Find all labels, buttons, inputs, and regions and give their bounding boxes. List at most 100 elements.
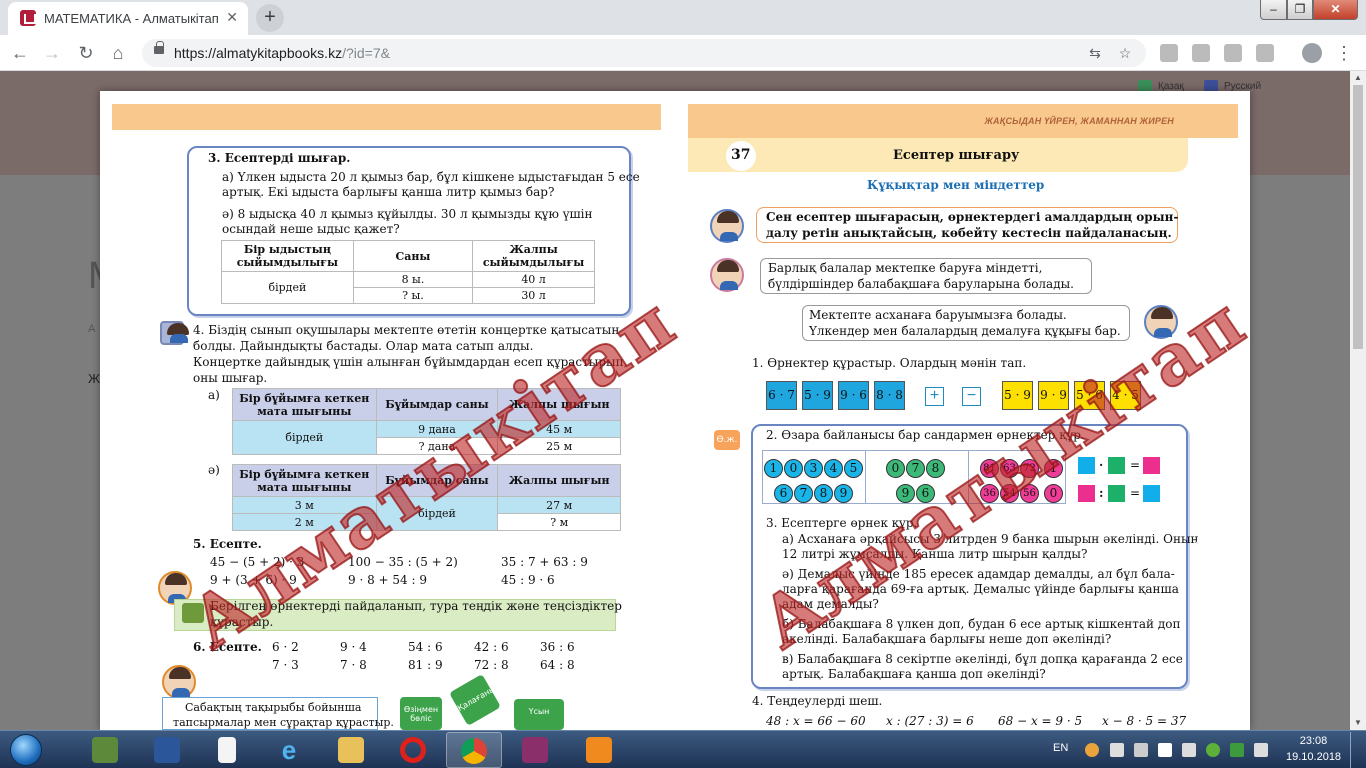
- taskbar-pdf[interactable]: [572, 732, 628, 768]
- opera-icon: [400, 737, 426, 763]
- reload-icon[interactable]: ↻: [74, 41, 98, 65]
- address-bar[interactable]: https://almatykitapbooks.kz/?id=7& ⇆ ☆: [142, 39, 1146, 67]
- expr: 9 · 4: [340, 640, 367, 654]
- number-circle: 1: [1044, 459, 1063, 478]
- expr: 9 + (3 + 6) · 9: [210, 573, 297, 587]
- yellow-tile: 9 · 9: [1038, 381, 1069, 410]
- taskbar-chrome[interactable]: [446, 732, 502, 768]
- table-cell: ? дана: [375, 437, 499, 455]
- taskbar-opera[interactable]: [386, 732, 442, 768]
- tab-active[interactable]: МАТЕМАТИКА - Алматыкітап ✕: [8, 2, 248, 35]
- taskbar-minecraft[interactable]: [78, 732, 134, 768]
- table-cell: бірдей: [375, 496, 499, 531]
- scroll-down-icon[interactable]: ▼: [1350, 716, 1366, 730]
- shield-icon[interactable]: [1230, 743, 1244, 757]
- number-circle: 0: [1044, 484, 1063, 503]
- expr: 35 : 7 + 63 : 9: [501, 555, 588, 569]
- profile-avatar[interactable]: [1302, 43, 1322, 63]
- url-text: https://almatykitapbooks.kz/?id=7&: [174, 45, 390, 61]
- next-page-arrow-icon[interactable]: [1178, 489, 1218, 549]
- tray-device-icon[interactable]: [1134, 743, 1148, 757]
- signal-icon[interactable]: [1158, 743, 1172, 757]
- expr: 100 − 35 : (5 + 2): [348, 555, 458, 569]
- colon-sign: :: [1099, 486, 1104, 500]
- page-scrollbar[interactable]: ▲ ▼: [1350, 71, 1366, 730]
- home-icon[interactable]: ⌂: [106, 41, 130, 65]
- menu-icon[interactable]: ⋮: [1334, 41, 1354, 65]
- task5-title: 5. Есепте.: [193, 537, 262, 551]
- task4b-table: Бір бұйымға кеткен мата шығыны Бұйымдар …: [232, 464, 621, 531]
- clock-time[interactable]: 23:08: [1286, 735, 1341, 747]
- number-circle: 0: [784, 459, 803, 478]
- blue-square-icon: [1143, 485, 1160, 502]
- number-circle: 81: [980, 459, 999, 478]
- task3r-b-line2: ларға қарағанда 69-ға артық. Демалыс үйі…: [782, 582, 1179, 596]
- back-icon[interactable]: ←: [8, 41, 32, 65]
- table-cell: 3 м: [232, 496, 377, 514]
- table-cell: бірдей: [221, 271, 354, 304]
- table-cell: 30 л: [472, 287, 595, 304]
- expr: 42 : 6: [474, 640, 509, 654]
- taskbar-explorer[interactable]: [324, 732, 380, 768]
- close-tab-icon[interactable]: ✕: [226, 9, 238, 26]
- lesson-number: 37: [731, 147, 751, 163]
- antivirus-icon[interactable]: [1206, 743, 1220, 757]
- task3r-title: 3. Есептерге өрнек құр.: [766, 516, 918, 530]
- expr: 81 : 9: [408, 658, 443, 672]
- table-header: Саны: [352, 240, 474, 272]
- internet-explorer-icon: e: [281, 735, 297, 765]
- forward-icon[interactable]: →: [40, 41, 64, 65]
- pdf-icon: [586, 737, 612, 763]
- green-task-line1: Берілген өрнектерді пайдаланып, тура тең…: [210, 599, 622, 613]
- taskbar-ie[interactable]: e: [262, 732, 318, 768]
- close-window-button[interactable]: ✕: [1313, 0, 1358, 20]
- tray-usb-icon[interactable]: [1182, 743, 1196, 757]
- bookmark-star-icon[interactable]: ☆: [1116, 44, 1134, 62]
- puzzle-piece-choose: Қалағаныңды: [449, 674, 512, 726]
- taskbar-file[interactable]: [200, 732, 256, 768]
- new-tab-button[interactable]: +: [256, 4, 284, 32]
- language-indicator[interactable]: EN: [1053, 742, 1068, 754]
- tray-app-icon[interactable]: [1085, 743, 1099, 757]
- pink-square-icon: [1143, 457, 1160, 474]
- oj-badge: Ө.ж.: [714, 430, 740, 450]
- label-a: а): [208, 388, 220, 402]
- extension-zoom-icon[interactable]: [1256, 44, 1274, 62]
- browser-toolbar: ← → ↻ ⌂ https://almatykitapbooks.kz/?id=…: [0, 35, 1366, 71]
- puzzle-piece-offer: Үсын: [514, 699, 564, 730]
- task4r-title: 4. Теңдеулерді шеш.: [752, 694, 883, 708]
- volume-icon[interactable]: [1254, 743, 1268, 757]
- table-cell: 40 л: [472, 271, 595, 288]
- scroll-up-icon[interactable]: ▲: [1350, 71, 1366, 85]
- minimize-button[interactable]: –: [1260, 0, 1287, 20]
- speech3-line2: Үлкендер мен балалардың демалуға құқығы …: [809, 324, 1121, 338]
- taskbar-winrar[interactable]: [508, 732, 564, 768]
- clock-date[interactable]: 19.10.2018: [1286, 751, 1341, 763]
- bg-text: Ж: [88, 371, 101, 386]
- extension-search-icon[interactable]: [1160, 44, 1178, 62]
- table-header: Бір ыдыстың сыйымдылығы: [221, 240, 354, 272]
- table-cell: 8 ы.: [352, 271, 474, 288]
- group-work-icon: [182, 603, 204, 623]
- translate-icon[interactable]: ⇆: [1086, 44, 1104, 62]
- number-circle: 4: [824, 459, 843, 478]
- scroll-thumb[interactable]: [1353, 85, 1363, 349]
- task3r-c-line2: әкелінді. Балабақшаға барлығы неше доп ә…: [782, 632, 1112, 646]
- expr: 7 · 8: [340, 658, 367, 672]
- flag-icon[interactable]: [1110, 743, 1124, 757]
- bg-label: А: [88, 323, 96, 335]
- right-page-strip: ЖАҚСЫДАН ҮЙРЕН, ЖАМАННАН ЖИРЕН: [688, 104, 1238, 138]
- task3r-c-line1: б) Балабақшаға 8 үлкен доп, будан 6 есе …: [782, 617, 1181, 631]
- task4-line2: болды. Дайындықты бастады. Олар мата сат…: [193, 339, 534, 353]
- lesson-title: Есептер шығару: [893, 148, 1020, 163]
- taskbar-word[interactable]: [140, 732, 196, 768]
- extension-home-icon[interactable]: [1192, 44, 1210, 62]
- start-button[interactable]: [4, 732, 50, 768]
- number-circle: 9: [834, 484, 853, 503]
- maximize-button[interactable]: ❐: [1287, 0, 1313, 20]
- equation: x − 8 · 5 = 37: [1102, 714, 1187, 728]
- show-desktop-button[interactable]: [1350, 732, 1364, 768]
- extension-home2-icon[interactable]: [1224, 44, 1242, 62]
- girl-character-2-icon: [162, 665, 196, 699]
- expr: 9 · 8 + 54 : 9: [348, 573, 427, 587]
